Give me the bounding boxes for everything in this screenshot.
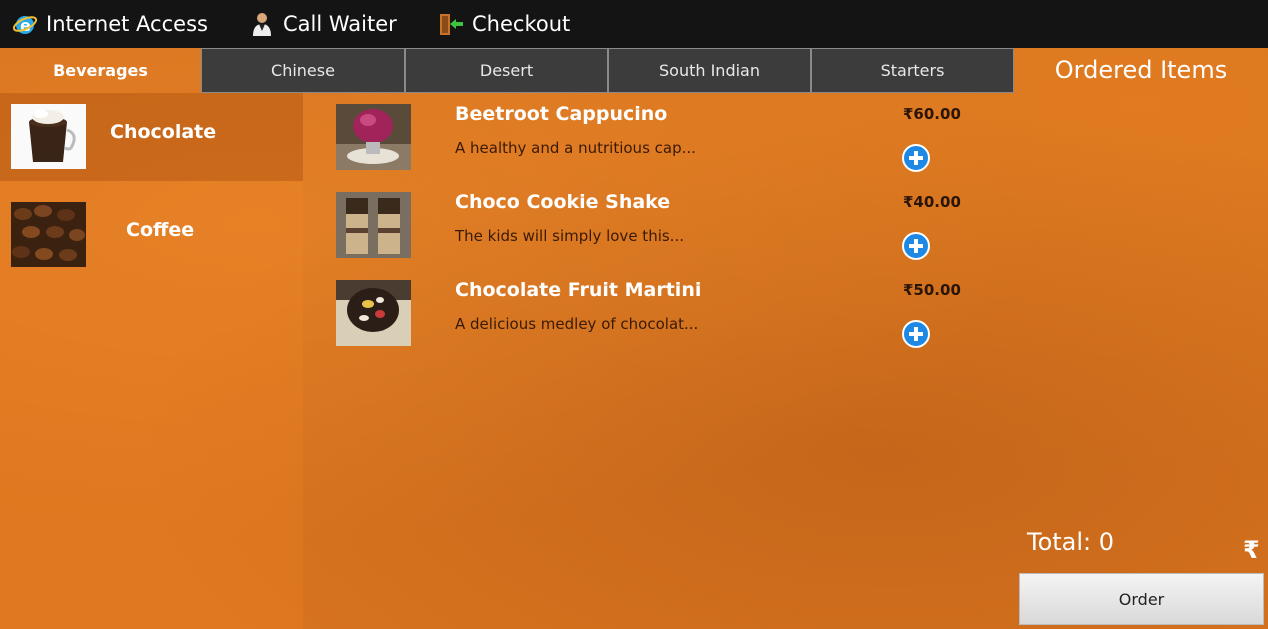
exit-door-icon <box>438 11 464 37</box>
coffee-image <box>11 202 86 267</box>
total-label: Total: <box>1027 528 1092 556</box>
call-waiter-button[interactable]: Call Waiter <box>249 0 397 48</box>
category-tabs: Beverages Chinese Desert South Indian St… <box>0 48 1014 93</box>
item-description: A healthy and a nutritious cap... <box>455 139 696 157</box>
item-name: Choco Cookie Shake <box>455 191 671 213</box>
item-description: A delicious medley of chocolat... <box>455 315 699 333</box>
chocolate-fruit-martini-image <box>336 280 411 346</box>
tab-starters[interactable]: Starters <box>811 48 1014 93</box>
order-button[interactable]: Order <box>1019 573 1264 625</box>
subcategory-label: Coffee <box>126 219 195 241</box>
waiter-icon <box>249 11 275 37</box>
chocolate-image <box>11 104 86 169</box>
item-name: Beetroot Cappucino <box>455 103 668 125</box>
item-description: The kids will simply love this... <box>455 227 684 245</box>
tab-beverages[interactable]: Beverages <box>0 48 201 93</box>
internet-access-label: Internet Access <box>46 12 208 36</box>
menu-item: Beetroot Cappucino A healthy and a nutri… <box>303 93 1014 173</box>
currency-symbol: ₹ <box>1243 536 1260 564</box>
item-name: Chocolate Fruit Martini <box>455 279 702 301</box>
item-price: ₹60.00 <box>903 105 961 123</box>
item-price: ₹40.00 <box>903 193 961 211</box>
call-waiter-label: Call Waiter <box>283 12 397 36</box>
add-item-button[interactable] <box>902 232 930 260</box>
menu-item: Choco Cookie Shake The kids will simply … <box>303 181 1014 261</box>
menu-item-list: Beetroot Cappucino A healthy and a nutri… <box>303 93 1014 629</box>
choco-cookie-shake-image <box>336 192 411 258</box>
tab-chinese[interactable]: Chinese <box>201 48 405 93</box>
tab-desert[interactable]: Desert <box>405 48 608 93</box>
subcategory-list: Chocolate Coffee <box>0 93 303 629</box>
total-value: 0 <box>1098 528 1115 556</box>
subcategory-label: Chocolate <box>110 121 217 143</box>
order-panel: Ordered Items Total: 0 ₹ Order <box>1014 48 1268 629</box>
ordered-items-title: Ordered Items <box>1054 56 1228 84</box>
checkout-button[interactable]: Checkout <box>438 0 570 48</box>
item-price: ₹50.00 <box>903 281 961 299</box>
top-bar: e Internet Access Call Waiter Checkout <box>0 0 1268 48</box>
add-item-button[interactable] <box>902 144 930 172</box>
browser-icon: e <box>12 11 38 37</box>
internet-access-button[interactable]: e Internet Access <box>12 0 208 48</box>
beetroot-cappucino-image <box>336 104 411 170</box>
subcategory-chocolate[interactable]: Chocolate <box>0 93 303 181</box>
add-item-button[interactable] <box>902 320 930 348</box>
menu-item: Chocolate Fruit Martini A delicious medl… <box>303 269 1014 349</box>
subcategory-coffee[interactable]: Coffee <box>0 191 303 279</box>
checkout-label: Checkout <box>472 12 571 36</box>
tab-south-indian[interactable]: South Indian <box>608 48 811 93</box>
order-total: Total: 0 <box>1027 528 1114 556</box>
